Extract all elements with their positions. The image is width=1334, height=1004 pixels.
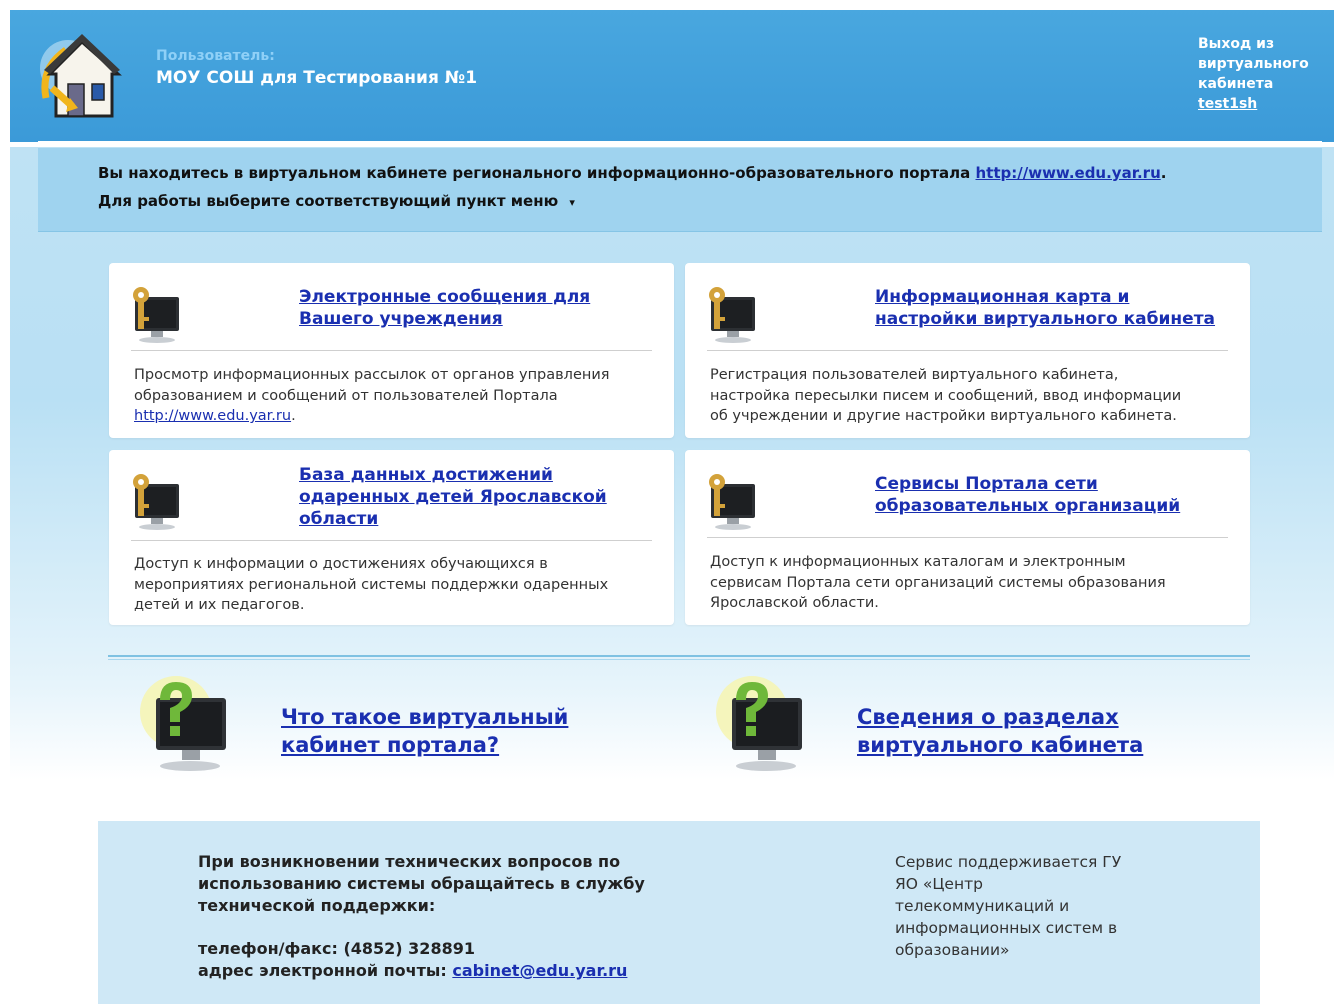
card-desc-line: мероприятиях региональной системы поддер…	[134, 576, 609, 593]
card-desc-line: Ярославской области.	[710, 595, 879, 611]
intro-text-main: Вы находитесь в виртуальном кабинете рег…	[98, 164, 971, 182]
card-title-line[interactable]: Информационная карта и	[875, 287, 1129, 307]
card-messages: Электронные сообщения для Вашего учрежде…	[109, 263, 674, 438]
card-info-card: Информационная карта и настройки виртуал…	[685, 263, 1250, 438]
key-monitor-icon	[129, 283, 189, 345]
card-title-line[interactable]: образовательных организаций	[875, 496, 1180, 516]
question-monitor-icon	[138, 676, 234, 776]
support-line: технической поддержки:	[198, 896, 436, 915]
contact-info: телефон/факс: (4852) 328891 адрес электр…	[198, 938, 627, 982]
footer: При возникновении технических вопросов п…	[98, 821, 1260, 1004]
question-monitor-icon	[714, 676, 810, 776]
card-title-line[interactable]: одаренных детей Ярославской	[299, 487, 607, 507]
card-title[interactable]: Электронные сообщения для Вашего учрежде…	[299, 286, 590, 330]
card-title-line[interactable]: Сервисы Портала сети	[875, 474, 1098, 494]
card-desc-line: Просмотр информационных рассылок от орга…	[134, 367, 610, 383]
card-desc-line: сервисам Портала сети организаций систем…	[710, 574, 1166, 591]
home-logo-icon[interactable]	[38, 28, 126, 124]
key-monitor-icon	[705, 283, 765, 345]
card-divider	[707, 350, 1228, 351]
support-info: При возникновении технических вопросов п…	[198, 851, 718, 917]
menu-hint-text: Для работы выберите соответствующий пунк…	[98, 192, 559, 210]
section-divider	[108, 655, 1250, 657]
help-link-line[interactable]: кабинет портала?	[281, 733, 499, 757]
card-description: Доступ к информационных каталогам и элек…	[710, 552, 1230, 614]
user-label: Пользователь:	[156, 48, 275, 64]
help-link-line[interactable]: виртуального кабинета	[857, 733, 1143, 757]
intro-text: Вы находитесь в виртуальном кабинете рег…	[98, 164, 1166, 182]
service-line: образовании»	[895, 941, 1010, 959]
card-divider	[707, 537, 1228, 538]
header: Пользователь: МОУ СОШ для Тестирования №…	[10, 10, 1334, 142]
intro-period: .	[1160, 164, 1167, 182]
help-link-line[interactable]: Что такое виртуальный	[281, 705, 568, 729]
card-description: Доступ к информации о достижениях обучаю…	[134, 554, 654, 616]
service-line: ЯО «Центр	[895, 875, 983, 893]
menu-hint[interactable]: Для работы выберите соответствующий пунк…	[98, 192, 575, 210]
card-title-line[interactable]: настройки виртуального кабинета	[875, 309, 1215, 329]
support-line: При возникновении технических вопросов п…	[198, 852, 621, 871]
card-title-line[interactable]: Электронные сообщения для	[299, 287, 590, 307]
phone-text: телефон/факс: (4852) 328891	[198, 939, 475, 958]
card-desc-line: Регистрация пользователей виртуального к…	[710, 367, 1119, 383]
card-title[interactable]: Информационная карта и настройки виртуал…	[875, 286, 1215, 330]
card-divider	[131, 350, 652, 351]
card-desc-line: образованием и сообщений от пользователе…	[134, 387, 558, 404]
card-desc-line: детей и их педагогов.	[134, 597, 305, 613]
card-desc-line: об учреждении и другие настройки виртуал…	[710, 408, 1177, 424]
help-link-what-is[interactable]: Что такое виртуальный кабинет портала?	[281, 703, 568, 759]
service-info: Сервис поддерживается ГУ ЯО «Центр телек…	[895, 851, 1160, 961]
help-link-line[interactable]: Сведения о разделах	[857, 705, 1119, 729]
card-title[interactable]: База данных достижений одаренных детей Я…	[299, 464, 607, 530]
card-desc-line: Доступ к информационных каталогам и элек…	[710, 554, 1126, 570]
card-portal-services: Сервисы Портала сети образовательных орг…	[685, 450, 1250, 625]
logout-block: Выход из виртуального кабинета test1sh	[1198, 34, 1328, 114]
login-link[interactable]: test1sh	[1198, 94, 1257, 114]
service-line: информационных систем в	[895, 919, 1118, 937]
key-monitor-icon	[129, 470, 189, 532]
key-monitor-icon	[705, 470, 765, 532]
section-divider	[108, 659, 1250, 660]
card-desc-line: Доступ к информации о достижениях обучаю…	[134, 556, 548, 572]
card-divider	[131, 540, 652, 541]
card-title-line[interactable]: области	[299, 509, 378, 529]
support-email-link[interactable]: cabinet@edu.yar.ru	[452, 961, 627, 980]
chevron-down-icon[interactable]: ▾	[569, 196, 575, 209]
service-line: Сервис поддерживается ГУ	[895, 853, 1122, 871]
user-name: МОУ СОШ для Тестирования №1	[156, 68, 478, 88]
card-description: Регистрация пользователей виртуального к…	[710, 365, 1230, 427]
intro-panel: Вы находитесь в виртуальном кабинете рег…	[38, 148, 1322, 232]
card-title-line[interactable]: Вашего учреждения	[299, 309, 503, 329]
card-desc-line: настройка пересылки писем и сообщений, в…	[710, 387, 1182, 404]
card-title-line[interactable]: База данных достижений	[299, 465, 553, 485]
card-title[interactable]: Сервисы Портала сети образовательных орг…	[875, 473, 1180, 517]
card-desc-link[interactable]: http://www.edu.yar.ru	[134, 408, 291, 424]
card-gifted-db: База данных достижений одаренных детей Я…	[109, 450, 674, 625]
card-desc-period: .	[291, 408, 296, 424]
portal-link[interactable]: http://www.edu.yar.ru	[976, 164, 1161, 182]
email-label: адрес электронной почты:	[198, 961, 447, 980]
service-line: телекоммуникаций и	[895, 897, 1070, 915]
support-line: использованию системы обращайтесь в служ…	[198, 874, 645, 893]
help-link-sections[interactable]: Сведения о разделах виртуального кабинет…	[857, 703, 1143, 759]
card-description: Просмотр информационных рассылок от орга…	[134, 365, 654, 427]
logout-link[interactable]: Выход из виртуального кабинета	[1198, 34, 1328, 94]
